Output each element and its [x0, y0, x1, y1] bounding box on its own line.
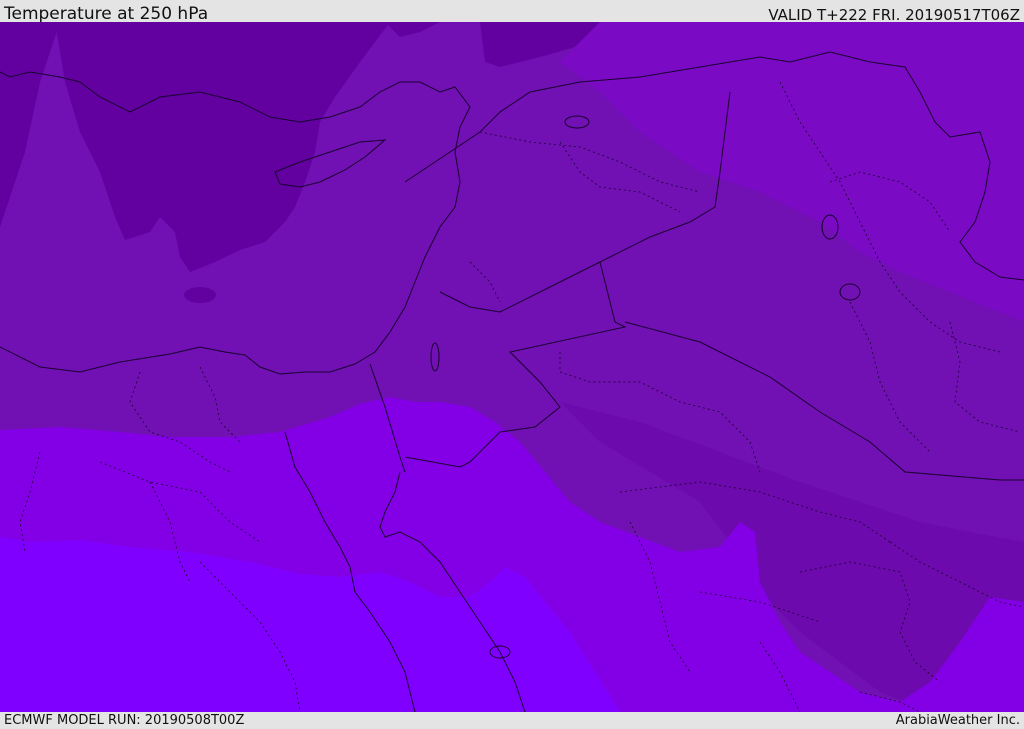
footer-bar: ECMWF MODEL RUN: 20190508T00Z ArabiaWeat…: [0, 712, 1024, 729]
credit-text: ArabiaWeather Inc.: [895, 713, 1020, 728]
cold-pocket: [184, 287, 216, 303]
model-run: ECMWF MODEL RUN: 20190508T00Z: [4, 713, 245, 728]
map-title: Temperature at 250 hPa: [4, 4, 209, 24]
map-svg: [0, 22, 1024, 712]
header-bar: Temperature at 250 hPa VALID T+222 FRI. …: [0, 0, 1024, 24]
warm-pocket: [740, 577, 756, 597]
temperature-map[interactable]: [0, 22, 1024, 712]
